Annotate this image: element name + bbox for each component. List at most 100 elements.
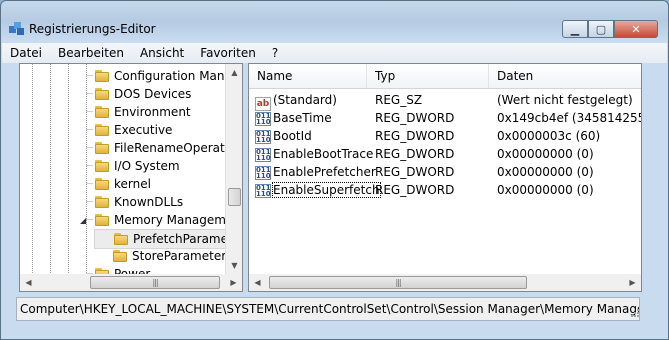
list-item[interactable]: 011 110 EnablePrefetcher REG_DWORD 0x00000… [249,163,641,181]
registry-editor-window: Registrierungs-Editor ▁ ▢ ✕ Datei Bearbe… [0,0,669,340]
tree-horizontal-thumb[interactable]: ||| [90,276,220,289]
window-title: Registrierungs-Editor [29,22,156,36]
tree-item-memory-management[interactable]: ◢ Memory Management [80,211,243,229]
scroll-left-icon[interactable]: ◀ [249,274,266,291]
close-icon: ✕ [631,22,641,36]
folder-icon [94,69,110,83]
binary-value-icon: 011 110 [255,130,271,144]
resize-grip-icon[interactable] [629,309,639,319]
menu-bar: Datei Bearbeiten Ansicht Favoriten ? [2,43,667,63]
registry-editor-icon [9,22,24,35]
binary-value-icon: 011 110 [255,166,271,180]
close-button[interactable]: ✕ [614,20,658,38]
tree-vertical-thumb[interactable] [228,188,241,206]
values-list[interactable]: Name Typ Daten ab (Standard) REG_SZ (Wert… [248,63,642,292]
value-name: EnableBootTrace [273,147,374,161]
folder-icon [94,87,110,101]
tree-item-label: kernel [114,177,151,191]
content-area: Configuration Manager DOS Devices Enviro… [19,63,642,293]
tree-item-dos-devices[interactable]: DOS Devices [94,85,191,103]
value-type: REG_DWORD [375,165,455,179]
value-data: 0x00000000 (0) [497,165,594,179]
tree-item-label: StoreParameters [132,249,233,263]
value-data: (Wert nicht festgelegt) [497,93,633,107]
maximize-icon: ▢ [595,22,607,36]
registry-tree[interactable]: Configuration Manager DOS Devices Enviro… [19,63,243,292]
tree-item-label: Executive [114,123,173,137]
title-bar[interactable]: Registrierungs-Editor ▁ ▢ ✕ [1,1,668,41]
value-data: 0x00000000 (0) [497,147,594,161]
folder-icon [112,249,128,263]
list-horizontal-thumb[interactable]: ||| [269,276,527,289]
list-item[interactable]: 011 110 BaseTime REG_DWORD 0x149cb4ef (345… [249,109,641,127]
column-header-type[interactable]: Typ [367,64,489,88]
tree-item-kernel[interactable]: kernel [94,175,151,193]
tree-item-environment[interactable]: Environment [94,103,191,121]
scroll-down-icon[interactable]: ▼ [226,257,242,274]
scroll-grip-icon: ||| [395,278,401,287]
value-data: 0x0000003c (60) [497,129,601,143]
tree-item-label: I/O System [114,159,180,173]
collapse-arrow-icon[interactable]: ◢ [80,216,94,225]
scroll-left-icon[interactable]: ◀ [20,274,37,291]
tree-item-prefetchparameters[interactable]: PrefetchParameters [94,229,242,249]
minimize-icon: ▁ [570,22,580,36]
menu-datei[interactable]: Datei [2,46,50,60]
tree-vertical-scrollbar[interactable]: ▲ ▼ [225,64,242,274]
folder-icon [94,195,110,209]
folder-icon [94,123,110,137]
list-item[interactable]: 011 110 EnableSuperfetch REG_DWORD 0x00000… [249,181,641,199]
tree-item-knowndlls[interactable]: KnownDLLs [94,193,183,211]
value-data: 0x00000000 (0) [497,183,594,197]
scroll-grip-icon: ||| [152,278,158,287]
tree-item-io-system[interactable]: I/O System [94,157,180,175]
value-data: 0x149cb4ef (345814255) [497,111,642,125]
menu-help[interactable]: ? [264,46,286,60]
tree-item-label: Configuration Manager [114,69,243,83]
tree-horizontal-scrollbar[interactable]: ◀ ||| ▶ [20,274,242,291]
list-item[interactable]: ab (Standard) REG_SZ (Wert nicht festgele… [249,91,641,111]
list-item[interactable]: 011 110 BootId REG_DWORD 0x0000003c (60) [249,127,641,145]
tree-item-executive[interactable]: Executive [94,121,172,139]
column-header-name[interactable]: Name [249,64,367,88]
value-type: REG_DWORD [375,147,455,161]
folder-icon [94,177,110,191]
tree-item-label: KnownDLLs [114,195,184,209]
window-controls: ▁ ▢ ✕ [562,20,658,38]
binary-value-icon: 011 110 [255,112,271,126]
tree-item-label: FileRenameOperations [114,141,243,155]
menu-bearbeiten[interactable]: Bearbeiten [50,46,132,60]
binary-value-icon: 011 110 [255,184,271,198]
menu-ansicht[interactable]: Ansicht [132,46,192,60]
value-type: REG_DWORD [375,183,455,197]
column-header-data[interactable]: Daten [489,64,641,88]
minimize-button[interactable]: ▁ [562,20,588,38]
value-type: REG_SZ [375,93,423,107]
scroll-right-icon[interactable]: ▶ [225,274,242,291]
tree-item-filerenameoperations[interactable]: FileRenameOperations [94,139,243,157]
status-path: Computer\HKEY_LOCAL_MACHINE\SYSTEM\Curre… [20,302,640,316]
tree-item-label: Environment [114,105,191,119]
binary-value-icon: 011 110 [255,148,271,162]
folder-icon [94,105,110,119]
scroll-up-icon[interactable]: ▲ [226,64,242,81]
value-name: EnablePrefetcher [273,165,376,179]
tree-item-storeparameters[interactable]: StoreParameters [112,247,232,265]
value-type: REG_DWORD [375,111,455,125]
value-name: BootId [273,129,312,143]
tree-item-label: DOS Devices [114,87,192,101]
scroll-right-icon[interactable]: ▶ [624,274,641,291]
tree-guide-lines [32,64,93,291]
value-name: BaseTime [273,111,332,125]
tree-item-configuration-manager[interactable]: Configuration Manager [94,67,243,85]
menu-favoriten[interactable]: Favoriten [192,46,264,60]
status-bar: Computer\HKEY_LOCAL_MACHINE\SYSTEM\Curre… [16,297,640,321]
tree-item-label: Memory Management [114,213,243,227]
folder-icon [94,159,110,173]
list-item[interactable]: 011 110 EnableBootTrace REG_DWORD 0x000000… [249,145,641,163]
list-header: Name Typ Daten [249,64,641,89]
value-name: EnableSuperfetch [272,182,381,198]
list-horizontal-scrollbar[interactable]: ◀ ||| ▶ [249,274,641,291]
maximize-button[interactable]: ▢ [588,20,614,38]
folder-icon [94,141,110,155]
